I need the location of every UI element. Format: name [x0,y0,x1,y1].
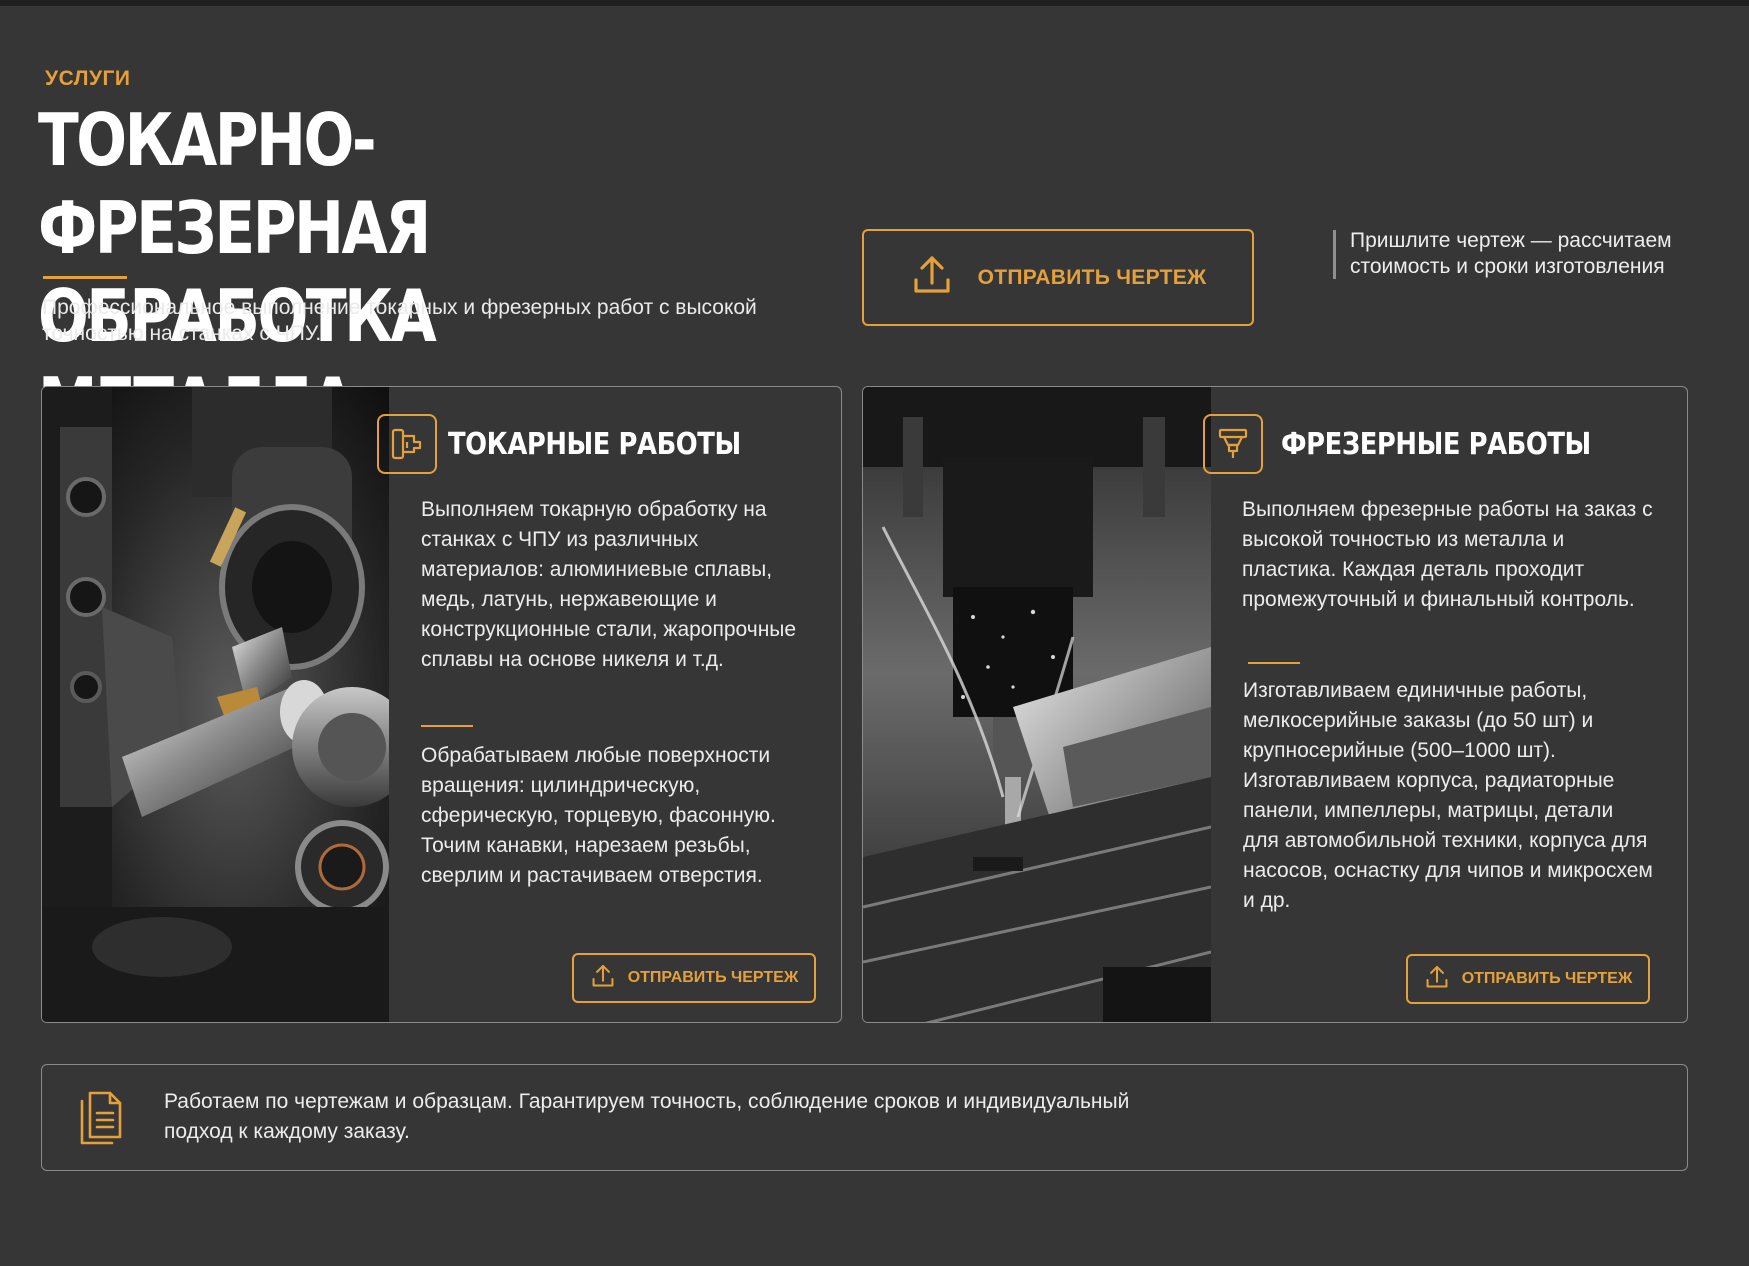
send-drawing-button-label: ОТПРАВИТЬ ЧЕРТЕЖ [977,265,1207,289]
turning-send-drawing-label: ОТПРАВИТЬ ЧЕРТЕЖ [627,969,799,986]
page-title-line-1: ТОКАРНО-ФРЕЗЕРНАЯ [38,98,431,270]
lead-text: Профессиональное выполнение токарных и ф… [42,296,757,345]
milling-machine-photo [863,387,1211,1022]
milling-service-card: ФРЕЗЕРНЫЕ РАБОТЫ Выполняем фрезерные раб… [862,386,1688,1023]
milling-send-drawing-label: ОТПРАВИТЬ ЧЕРТЕЖ [1461,970,1633,987]
top-edge-strip [0,0,1749,6]
milling-card-paragraph-1: Выполняем фрезерные работы на заказ с вы… [1242,498,1653,611]
section-eyebrow: УСЛУГИ [45,67,131,90]
turning-card-paragraph-2: Обрабатываем любые поверхности вращения:… [421,744,776,887]
milling-card-divider [1248,662,1300,664]
milling-card-title: ФРЕЗЕРНЫЕ РАБОТЫ [1281,427,1591,462]
send-drawing-button[interactable]: ОТПРАВИТЬ ЧЕРТЕЖ [862,229,1254,326]
turning-card-divider [421,725,473,727]
cta-aside-text: Пришлите чертеж — рассчитаем стоимость и… [1350,229,1672,278]
guarantee-text: Работаем по чертежам и образцам. Гаранти… [164,1090,1130,1143]
milling-card-paragraph-2: Изготавливаем единичные работы, мелкосер… [1243,679,1653,912]
lathe-machine-photo [42,387,389,1022]
upload-icon [1424,964,1450,995]
turning-send-drawing-button[interactable]: ОТПРАВИТЬ ЧЕРТЕЖ [572,953,816,1003]
milling-icon [1203,414,1263,474]
upload-icon [590,963,616,994]
title-underline [43,276,127,279]
aside-divider [1333,230,1336,279]
turning-card-paragraph-1: Выполняем токарную обработку на станках … [421,498,797,671]
upload-icon [910,253,954,302]
milling-send-drawing-button[interactable]: ОТПРАВИТЬ ЧЕРТЕЖ [1406,954,1650,1004]
lathe-icon [377,414,437,474]
document-icon [78,1089,124,1150]
turning-card-title: ТОКАРНЫЕ РАБОТЫ [448,427,741,462]
turning-service-card: ТОКАРНЫЕ РАБОТЫ Выполняем токарную обраб… [41,386,842,1023]
guarantee-note: Работаем по чертежам и образцам. Гаранти… [41,1064,1688,1171]
